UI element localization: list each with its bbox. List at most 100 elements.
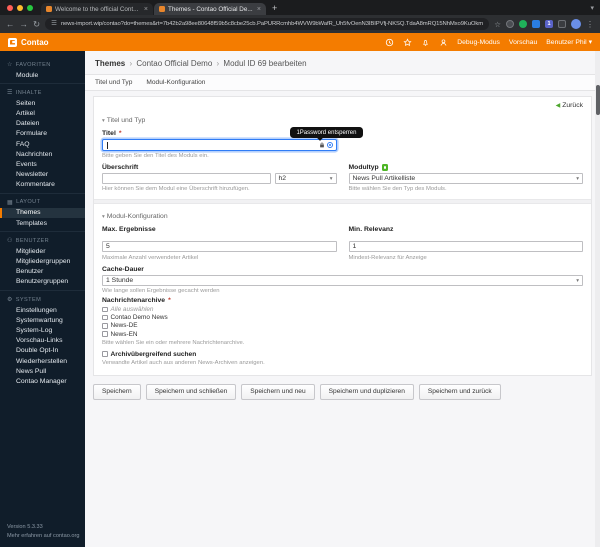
select-value: News Pull Artikelliste bbox=[352, 175, 416, 182]
titel-input[interactable] bbox=[102, 139, 337, 151]
jump-link-modul-konfiguration[interactable]: Modul-Konfiguration bbox=[146, 79, 205, 86]
jump-link-titel-und-typ[interactable]: Titel und Typ bbox=[95, 79, 132, 86]
tab-close-icon[interactable]: × bbox=[144, 6, 148, 13]
tab-close-icon[interactable]: × bbox=[257, 6, 261, 13]
sidebar-item-templates[interactable]: Templates bbox=[0, 218, 85, 228]
checkbox-icon[interactable] bbox=[102, 331, 108, 337]
site-settings-icon[interactable]: ☰ bbox=[51, 20, 57, 28]
checkbox-icon[interactable] bbox=[102, 306, 108, 313]
scrollbar-thumb[interactable] bbox=[595, 85, 600, 115]
back-button[interactable]: ← bbox=[6, 20, 15, 29]
speichern-und-neu-button[interactable]: Speichern und neu bbox=[241, 383, 315, 400]
extension-icon-2[interactable] bbox=[519, 20, 527, 28]
sidebar-item-dateien[interactable]: Dateien bbox=[0, 119, 85, 129]
list-icon: ☰ bbox=[7, 90, 13, 97]
sidebar-item-vorschau-links[interactable]: Vorschau-Links bbox=[0, 336, 85, 346]
ueberschrift-unit-select[interactable]: h2 ▾ bbox=[274, 173, 337, 184]
speichern-und-zurueck-button[interactable]: Speichern und zurück bbox=[418, 383, 501, 400]
checkbox-icon[interactable] bbox=[102, 314, 108, 321]
sidebar-item-formulare[interactable]: Formulare bbox=[0, 129, 85, 139]
sidebar-item-module[interactable]: Module bbox=[0, 70, 85, 80]
breadcrumb-themes[interactable]: Themes bbox=[95, 59, 125, 68]
ueberschrift-input[interactable] bbox=[102, 173, 271, 184]
browser-menu-icon[interactable]: ⋮ bbox=[586, 20, 594, 29]
sidebar-item-mitglieder[interactable]: Mitglieder bbox=[0, 246, 85, 256]
page-scrollbar[interactable] bbox=[595, 51, 600, 547]
check-archivuebergreifend[interactable]: Archivübergreifend suchen bbox=[102, 351, 583, 358]
min-relevanz-input[interactable] bbox=[348, 241, 583, 252]
wizard-icon[interactable] bbox=[381, 164, 389, 171]
extension-icon-3[interactable] bbox=[532, 20, 540, 28]
max-ergebnisse-input[interactable] bbox=[102, 241, 337, 252]
debug-mode-link[interactable]: Debug-Modus bbox=[457, 39, 500, 46]
new-tab-button[interactable]: + bbox=[272, 3, 277, 13]
bookmark-star-icon[interactable]: ☆ bbox=[494, 20, 501, 29]
speichern-und-schliessen-button[interactable]: Speichern und schließen bbox=[145, 383, 237, 400]
sidebar-item-nachrichten[interactable]: Nachrichten bbox=[0, 149, 85, 159]
sidebar-item-systemwartung[interactable]: Systemwartung bbox=[0, 315, 85, 325]
group-label: INHALTE bbox=[15, 89, 42, 96]
sidebar-item-double-opt-in[interactable]: Double Opt-In bbox=[0, 346, 85, 356]
sidebar-item-benutzergruppen[interactable]: Benutzergruppen bbox=[0, 277, 85, 287]
fieldset-legend[interactable]: ▾ Modul-Konfiguration bbox=[102, 209, 583, 223]
profile-icon[interactable] bbox=[439, 38, 448, 47]
fieldset-legend[interactable]: ▾ Titel und Typ bbox=[102, 113, 583, 127]
browser-profile-avatar[interactable] bbox=[571, 19, 581, 29]
sidebar-item-faq[interactable]: FAQ bbox=[0, 139, 85, 149]
speichern-und-duplizieren-button[interactable]: Speichern und duplizieren bbox=[319, 383, 414, 400]
modultyp-select[interactable]: News Pull Artikelliste ▾ bbox=[348, 173, 583, 184]
sidebar-item-benutzer[interactable]: Benutzer bbox=[0, 267, 85, 277]
favorites-star-icon[interactable] bbox=[403, 37, 412, 47]
check-news-de[interactable]: News-DE bbox=[102, 322, 583, 329]
section-jump-links: Titel und Typ Modul-Konfiguration bbox=[85, 74, 600, 91]
sidebar-item-mitgliedergruppen[interactable]: Mitgliedergruppen bbox=[0, 256, 85, 266]
reload-button[interactable]: ↻ bbox=[33, 20, 40, 29]
sidebar-item-kommentare[interactable]: Kommentare bbox=[0, 180, 85, 190]
contao-org-link[interactable]: Mehr erfahren auf contao.org bbox=[7, 532, 79, 541]
sidebar-item-artikel[interactable]: Artikel bbox=[0, 108, 85, 118]
lock-icon[interactable] bbox=[319, 142, 325, 148]
sidebar-item-seiten[interactable]: Seiten bbox=[0, 98, 85, 108]
user-menu[interactable]: Benutzer Phil ▾ bbox=[546, 38, 592, 46]
address-bar[interactable]: ☰ news-import.wip/contao?do=themes&rt=7b… bbox=[45, 18, 490, 30]
sidebar-item-newsletter[interactable]: Newsletter bbox=[0, 170, 85, 180]
legend-label: Modul-Konfiguration bbox=[106, 213, 168, 220]
checkbox-label: Archivübergreifend suchen bbox=[110, 350, 197, 358]
extensions-puzzle-icon[interactable] bbox=[558, 20, 566, 28]
sidebar-item-einstellungen[interactable]: Einstellungen bbox=[0, 305, 85, 315]
sidebar-group-favoriten: ☆ FAVORITEN Module bbox=[0, 56, 85, 83]
sidebar-item-system-log[interactable]: System-Log bbox=[0, 325, 85, 335]
chevron-down-icon: ▾ bbox=[329, 175, 333, 182]
group-label: BENUTZER bbox=[15, 237, 50, 244]
check-contao-demo-news[interactable]: Contao Demo News bbox=[102, 314, 583, 321]
select-value: 1 Stunde bbox=[106, 277, 134, 284]
onepassword-fill-icon[interactable] bbox=[326, 142, 333, 148]
tab-search-icon[interactable]: ▾ bbox=[590, 4, 594, 12]
sidebar-group-system: ⚙ SYSTEM Einstellungen Systemwartung Syst… bbox=[0, 290, 85, 390]
check-alle-auswaehlen[interactable]: Alle auswählen bbox=[102, 306, 583, 313]
onepassword-extension-icon[interactable]: 1 bbox=[545, 20, 553, 28]
sidebar-item-news-pull[interactable]: News Pull bbox=[0, 366, 85, 376]
checkbox-icon[interactable] bbox=[102, 351, 108, 357]
forward-button[interactable]: → bbox=[20, 20, 29, 29]
history-icon[interactable] bbox=[385, 38, 394, 47]
extension-icon-1[interactable] bbox=[506, 20, 514, 28]
notifications-bell-icon[interactable] bbox=[421, 38, 430, 47]
sidebar-item-wiederherstellen[interactable]: Wiederherstellen bbox=[0, 356, 85, 366]
browser-tab-themes[interactable]: Themes - Contao Official De... × bbox=[154, 3, 266, 15]
sidebar-item-contao-manager[interactable]: Contao Manager bbox=[0, 376, 85, 386]
check-news-en[interactable]: News-EN bbox=[102, 331, 583, 338]
browser-tab-welcome[interactable]: Welcome to the official Cont... × bbox=[41, 3, 153, 15]
checkbox-icon[interactable] bbox=[102, 323, 108, 329]
sidebar-item-themes[interactable]: Themes bbox=[0, 207, 85, 219]
window-close-button[interactable] bbox=[7, 5, 13, 11]
preview-link[interactable]: Vorschau bbox=[509, 39, 537, 46]
back-link[interactable]: ◀ Zurück bbox=[102, 100, 583, 113]
window-minimize-button[interactable] bbox=[17, 5, 23, 11]
breadcrumb-theme-name[interactable]: Contao Official Demo bbox=[136, 59, 212, 68]
window-zoom-button[interactable] bbox=[27, 5, 33, 11]
speichern-button[interactable]: Speichern bbox=[93, 383, 141, 400]
cache-dauer-select[interactable]: 1 Stunde ▾ bbox=[102, 275, 583, 286]
contao-header: Contao Debug-Modus Vorschau Benutzer Phi… bbox=[0, 33, 600, 51]
sidebar-item-events[interactable]: Events bbox=[0, 159, 85, 169]
